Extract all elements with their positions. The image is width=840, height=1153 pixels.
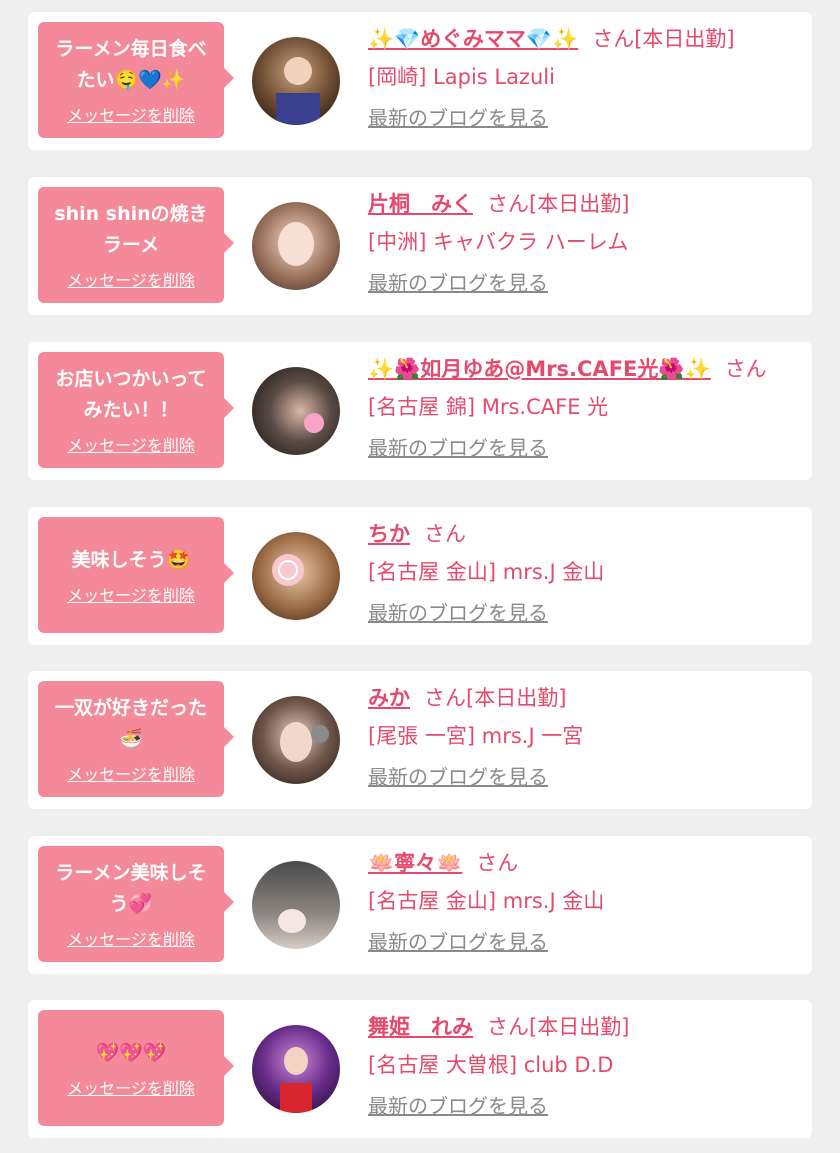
name-suffix: さん (424, 522, 466, 546)
latest-blog-link[interactable]: 最新のブログを見る (368, 1092, 548, 1120)
message-text: ラーメン毎日食べたい🤤💙✨ (55, 38, 207, 91)
shop-name: [尾張 一宮] mrs.J 一宮 (368, 724, 584, 748)
message-bubble: 一双が好きだった🍜 メッセージを削除 (38, 681, 234, 797)
avatar[interactable] (252, 532, 340, 620)
name-suffix: さん (724, 357, 767, 381)
delete-message-link[interactable]: メッセージを削除 (67, 102, 195, 126)
message-bubble: ラーメン毎日食べたい🤤💙✨ メッセージを削除 (38, 22, 234, 138)
latest-blog-link[interactable]: 最新のブログを見る (368, 599, 548, 627)
message-card: ラーメン毎日食べたい🤤💙✨ メッセージを削除 ✨💎めぐみママ💎✨ さん[本日出勤]… (28, 12, 812, 150)
delete-message-link[interactable]: メッセージを削除 (67, 761, 195, 785)
message-card: ラーメン美味しそう💞 メッセージを削除 🪷寧々🪷 さん [名古屋 金山] mrs.… (28, 836, 812, 974)
message-text: 美味しそう🤩 (71, 548, 191, 571)
cast-name-link[interactable]: 片桐 みく (368, 192, 473, 216)
message-bubble: お店いつかいってみたい！！ メッセージを削除 (38, 352, 234, 468)
avatar[interactable] (252, 202, 340, 290)
name-suffix: さん[本日出勤] (487, 192, 630, 216)
message-bubble: 美味しそう🤩 メッセージを削除 (38, 517, 234, 633)
cast-name-link[interactable]: 舞姫 れみ (368, 1015, 473, 1039)
shop-name: [岡崎] Lapis Lazuli (368, 65, 555, 89)
shop-name: [名古屋 金山] mrs.J 金山 (368, 560, 605, 584)
shop-name: [名古屋 金山] mrs.J 金山 (368, 889, 605, 913)
delete-message-link[interactable]: メッセージを削除 (67, 1075, 195, 1099)
name-suffix: さん[本日出勤] (487, 1015, 630, 1039)
message-text: お店いつかいってみたい！！ (55, 368, 207, 421)
avatar[interactable] (252, 37, 340, 125)
avatar[interactable] (252, 367, 340, 455)
message-list: ラーメン毎日食べたい🤤💙✨ メッセージを削除 ✨💎めぐみママ💎✨ さん[本日出勤]… (0, 0, 840, 1153)
cast-name-link[interactable]: ✨💎めぐみママ💎✨ (368, 27, 578, 51)
message-bubble: shin shinの焼きラーメ メッセージを削除 (38, 187, 234, 303)
shop-name: [名古屋 錦] Mrs.CAFE 光 (368, 395, 609, 419)
message-card: お店いつかいってみたい！！ メッセージを削除 ✨🌺如月ゆあ@Mrs.CAFE光🌺… (28, 342, 812, 480)
delete-message-link[interactable]: メッセージを削除 (67, 582, 195, 606)
name-suffix: さん[本日出勤] (424, 686, 567, 710)
message-bubble: 💖💖💖 メッセージを削除 (38, 1010, 234, 1126)
latest-blog-link[interactable]: 最新のブログを見る (368, 928, 548, 956)
message-text: ラーメン美味しそう💞 (55, 862, 207, 915)
shop-name: [中洲] キャバクラ ハーレム (368, 230, 629, 254)
message-card: 美味しそう🤩 メッセージを削除 ちか さん [名古屋 金山] mrs.J 金山 最… (28, 507, 812, 645)
message-card: 💖💖💖 メッセージを削除 舞姫 れみ さん[本日出勤] [名古屋 大曽根] clu… (28, 1000, 812, 1138)
cast-name-link[interactable]: みか (368, 686, 410, 710)
cast-name-link[interactable]: 🪷寧々🪷 (368, 851, 462, 875)
message-card: shin shinの焼きラーメ メッセージを削除 片桐 みく さん[本日出勤] [… (28, 177, 812, 315)
message-text: 💖💖💖 (95, 1041, 167, 1064)
message-bubble: ラーメン美味しそう💞 メッセージを削除 (38, 846, 234, 962)
latest-blog-link[interactable]: 最新のブログを見る (368, 763, 548, 791)
message-text: 一双が好きだった🍜 (54, 697, 207, 750)
name-suffix: さん (476, 851, 519, 875)
latest-blog-link[interactable]: 最新のブログを見る (368, 104, 548, 132)
name-suffix: さん[本日出勤] (592, 27, 735, 51)
latest-blog-link[interactable]: 最新のブログを見る (368, 269, 548, 297)
avatar[interactable] (252, 696, 340, 784)
avatar[interactable] (252, 861, 340, 949)
shop-name: [名古屋 大曽根] club D.D (368, 1053, 614, 1077)
avatar[interactable] (252, 1025, 340, 1113)
delete-message-link[interactable]: メッセージを削除 (67, 926, 195, 950)
delete-message-link[interactable]: メッセージを削除 (67, 267, 195, 291)
delete-message-link[interactable]: メッセージを削除 (67, 432, 195, 456)
cast-name-link[interactable]: ✨🌺如月ゆあ@Mrs.CAFE光🌺✨ (368, 357, 711, 381)
message-text: shin shinの焼きラーメ (54, 203, 208, 256)
latest-blog-link[interactable]: 最新のブログを見る (368, 434, 548, 462)
cast-name-link[interactable]: ちか (368, 522, 410, 546)
message-card: 一双が好きだった🍜 メッセージを削除 みか さん[本日出勤] [尾張 一宮] mr… (28, 671, 812, 809)
